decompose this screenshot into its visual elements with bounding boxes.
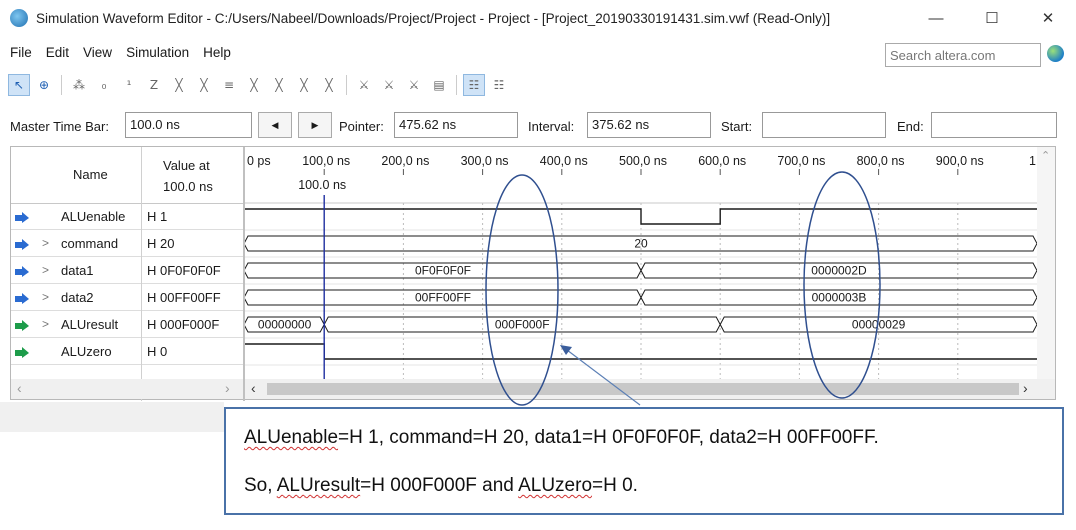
highlight-ellipse-left — [485, 174, 559, 406]
annotation-term: ALUzero — [518, 475, 593, 496]
annotation-arrow-line — [566, 349, 641, 406]
annotation-line-1: ALUenable=H 1, command=H 20, data1=H 0F0… — [244, 427, 879, 449]
annotation-text: So, — [244, 475, 277, 496]
annotation-box: ALUenable=H 1, command=H 20, data1=H 0F0… — [224, 407, 1064, 515]
annotation-term: ALUenable — [244, 427, 339, 448]
annotation-text: =H 1, command=H 20, data1=H 0F0F0F0F, da… — [338, 427, 879, 448]
annotation-text: =H 000F000F and — [360, 475, 519, 496]
highlight-ellipse-right — [803, 171, 881, 399]
arrow-head-icon — [560, 345, 572, 355]
annotation-text: =H 0. — [592, 475, 638, 496]
annotation-line-2: So, ALUresult=H 000F000F and ALUzero=H 0… — [244, 475, 638, 497]
annotation-term: ALUresult — [276, 475, 361, 496]
